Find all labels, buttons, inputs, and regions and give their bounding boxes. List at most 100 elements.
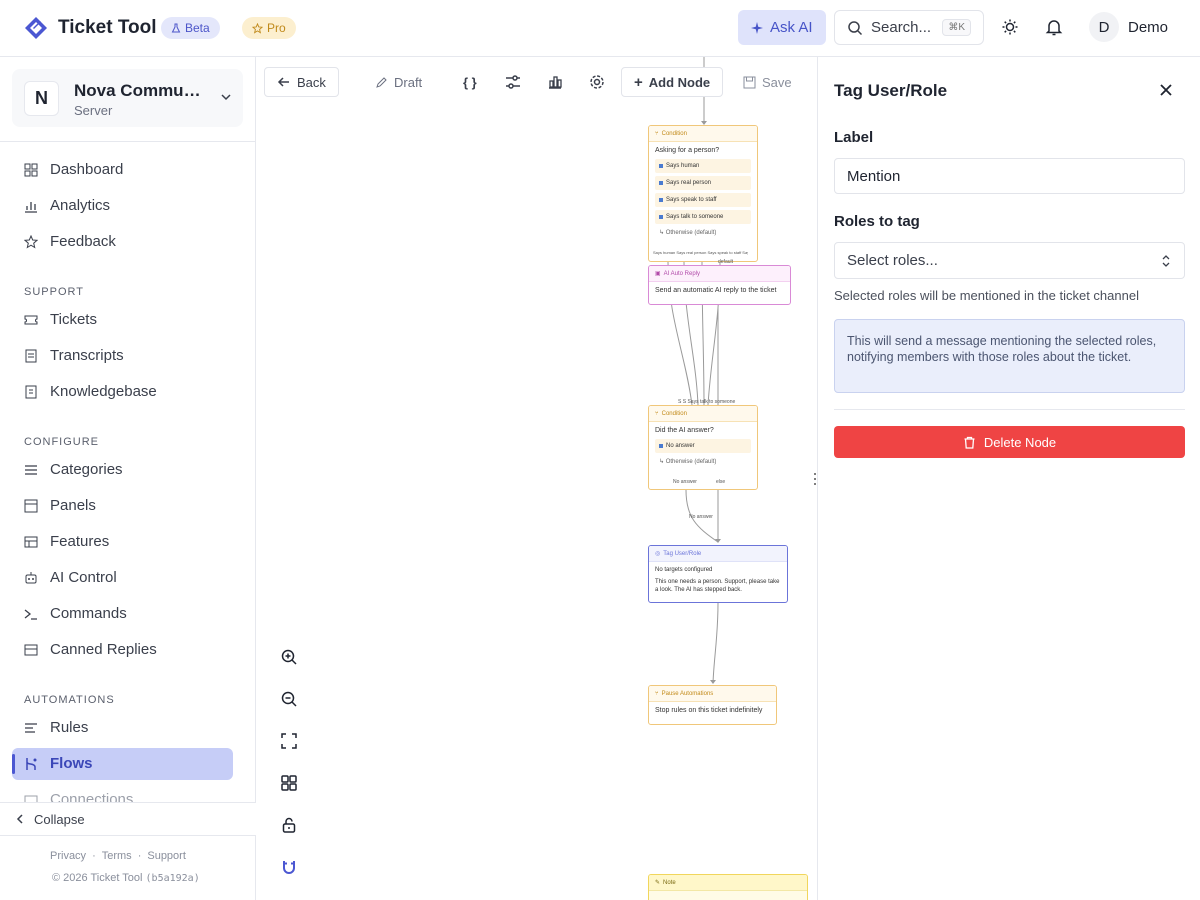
sidebar-item-categories[interactable]: Categories: [12, 454, 233, 486]
close-icon[interactable]: [1159, 83, 1173, 97]
flow-canvas[interactable]: Back Draft { } + Add Node Save ⑂ Conditi…: [256, 57, 817, 900]
sidebar-item-ai-control[interactable]: AI Control: [12, 562, 233, 594]
terms-link[interactable]: Terms: [102, 850, 132, 862]
label-input[interactable]: [834, 158, 1185, 194]
draft-status: Draft: [375, 67, 422, 97]
flow-node-ai-auto-reply[interactable]: ▣ AI Auto Reply Send an automatic AI rep…: [648, 265, 791, 305]
sidebar-item-analytics[interactable]: Analytics: [12, 190, 233, 222]
sidebar-item-label: Tickets: [50, 311, 97, 328]
delete-node-button[interactable]: Delete Node: [834, 426, 1185, 458]
sidebar-item-panels[interactable]: Panels: [12, 490, 233, 522]
condition-default: ↳ Otherwise (default): [659, 230, 717, 236]
sidebar-item-label: Commands: [50, 605, 127, 622]
node-type: Note: [663, 879, 676, 886]
flow-node-tag-user-role[interactable]: ◎ Tag User/Role No targets configured Th…: [648, 545, 788, 603]
layout-grid-icon[interactable]: [280, 774, 298, 792]
chevron-left-icon: [16, 814, 23, 824]
server-switcher[interactable]: N Nova Community Server: [12, 69, 243, 127]
sidebar-item-label: Analytics: [50, 197, 111, 214]
roles-field-label: Roles to tag: [834, 213, 920, 230]
sidebar-item-label: Transcripts: [50, 347, 124, 364]
panel-icon: [24, 499, 38, 513]
plus-icon: +: [634, 73, 643, 91]
sidebar-item-tickets[interactable]: Tickets: [12, 304, 233, 336]
arrow-left-icon: [277, 77, 289, 87]
trash-icon: [964, 436, 975, 449]
lock-icon[interactable]: [280, 816, 298, 834]
chevron-updown-icon: [1162, 255, 1170, 267]
add-node-button[interactable]: + Add Node: [621, 67, 724, 97]
sidebar-item-commands[interactable]: Commands: [12, 598, 233, 630]
connection-icon: [24, 795, 38, 802]
sidebar-item-transcripts[interactable]: Transcripts: [12, 340, 233, 372]
app-title[interactable]: Ticket Tool: [58, 17, 157, 39]
separator: ·: [92, 850, 96, 862]
roles-select[interactable]: Select roles...: [834, 242, 1185, 279]
save-button[interactable]: Save: [743, 67, 792, 97]
edge-label-no-answer: No answer: [689, 514, 713, 520]
sidebar-item-label: Features: [50, 533, 110, 550]
node-header: ◎ Tag User/Role: [649, 546, 787, 562]
label-field-label: Label: [834, 129, 874, 146]
zoom-out-icon[interactable]: [280, 690, 298, 708]
fit-view-icon[interactable]: [280, 732, 298, 750]
flow-icon: [26, 758, 37, 770]
user-avatar[interactable]: D: [1089, 12, 1119, 42]
condition-default: ↳ Otherwise (default): [659, 459, 717, 465]
theme-toggle-icon[interactable]: [1000, 17, 1020, 37]
sidebar-item-knowledgebase[interactable]: Knowledgebase: [12, 376, 233, 408]
flow-node-note[interactable]: ✎ Note: [648, 874, 808, 900]
condition-label: No answer: [666, 443, 695, 449]
panel-divider: [834, 409, 1185, 410]
server-avatar: N: [24, 81, 59, 116]
code-view-button[interactable]: { }: [463, 67, 477, 97]
sidebar-item-canned-replies[interactable]: Canned Replies: [12, 634, 233, 666]
sidebar-item-connections[interactable]: Connections: [12, 784, 233, 802]
ticket-icon: [24, 315, 38, 325]
sidebar-item-label: Flows: [50, 755, 93, 772]
node-header: ⑂ Pause Automations: [649, 686, 776, 702]
reply-icon: [24, 644, 38, 656]
node-header: ⑂ Condition: [649, 126, 757, 142]
flow-node-pause-automations[interactable]: ⑂ Pause Automations Stop rules on this t…: [648, 685, 777, 725]
magnet-icon[interactable]: [280, 858, 298, 876]
back-button[interactable]: Back: [264, 67, 339, 97]
bell-icon[interactable]: [1044, 17, 1064, 37]
condition-label: Says talk to someone: [666, 214, 724, 220]
sidebar-item-flows[interactable]: Flows: [12, 748, 233, 780]
pro-label: Pro: [267, 21, 286, 35]
sidebar-item-rules[interactable]: Rules: [12, 712, 233, 744]
sidebar-item-label: Feedback: [50, 233, 116, 250]
flow-node-condition-1[interactable]: ⑂ Condition Asking for a person? Says hu…: [648, 125, 758, 262]
collapse-button[interactable]: Collapse: [0, 802, 256, 836]
sidebar-item-label: Dashboard: [50, 161, 124, 178]
privacy-link[interactable]: Privacy: [50, 850, 86, 862]
panel-title: Tag User/Role: [834, 81, 948, 100]
flask-icon: [171, 23, 181, 33]
sidebar-divider: [0, 141, 256, 142]
sliders-icon[interactable]: [505, 74, 521, 90]
sidebar-item-dashboard[interactable]: Dashboard: [12, 154, 233, 186]
sidebar-item-features[interactable]: Features: [12, 526, 233, 558]
condition-icon: ⑂: [655, 410, 659, 417]
sidebar-item-feedback[interactable]: Feedback: [12, 226, 233, 258]
bar-chart-icon[interactable]: [547, 74, 563, 90]
top-bar: Ticket Tool Beta Pro Ask AI Search... ⌘K…: [0, 0, 1200, 57]
user-name[interactable]: Demo: [1128, 19, 1168, 36]
canvas-toolbar: Back Draft { } + Add Node Save: [264, 67, 814, 97]
gear-icon[interactable]: [589, 74, 605, 90]
condition-icon: ⑂: [655, 130, 659, 137]
ask-ai-button[interactable]: Ask AI: [738, 10, 826, 45]
pencil-icon: [376, 76, 387, 88]
beta-badge: Beta: [161, 17, 220, 39]
search-input[interactable]: Search... ⌘K: [834, 10, 984, 45]
copyright-text: © 2026 Ticket Tool: [52, 872, 143, 884]
roles-help-text: Selected roles will be mentioned in the …: [834, 288, 1139, 303]
node-question: Did the AI answer?: [655, 427, 714, 434]
info-box: This will send a message mentioning the …: [834, 319, 1185, 393]
flow-node-condition-2[interactable]: ⑂ Condition Did the AI answer? No answer…: [648, 405, 758, 490]
condition-label: Says human: [666, 163, 700, 169]
zoom-in-icon[interactable]: [280, 648, 298, 666]
support-link[interactable]: Support: [147, 850, 186, 862]
ask-ai-label: Ask AI: [770, 19, 813, 36]
